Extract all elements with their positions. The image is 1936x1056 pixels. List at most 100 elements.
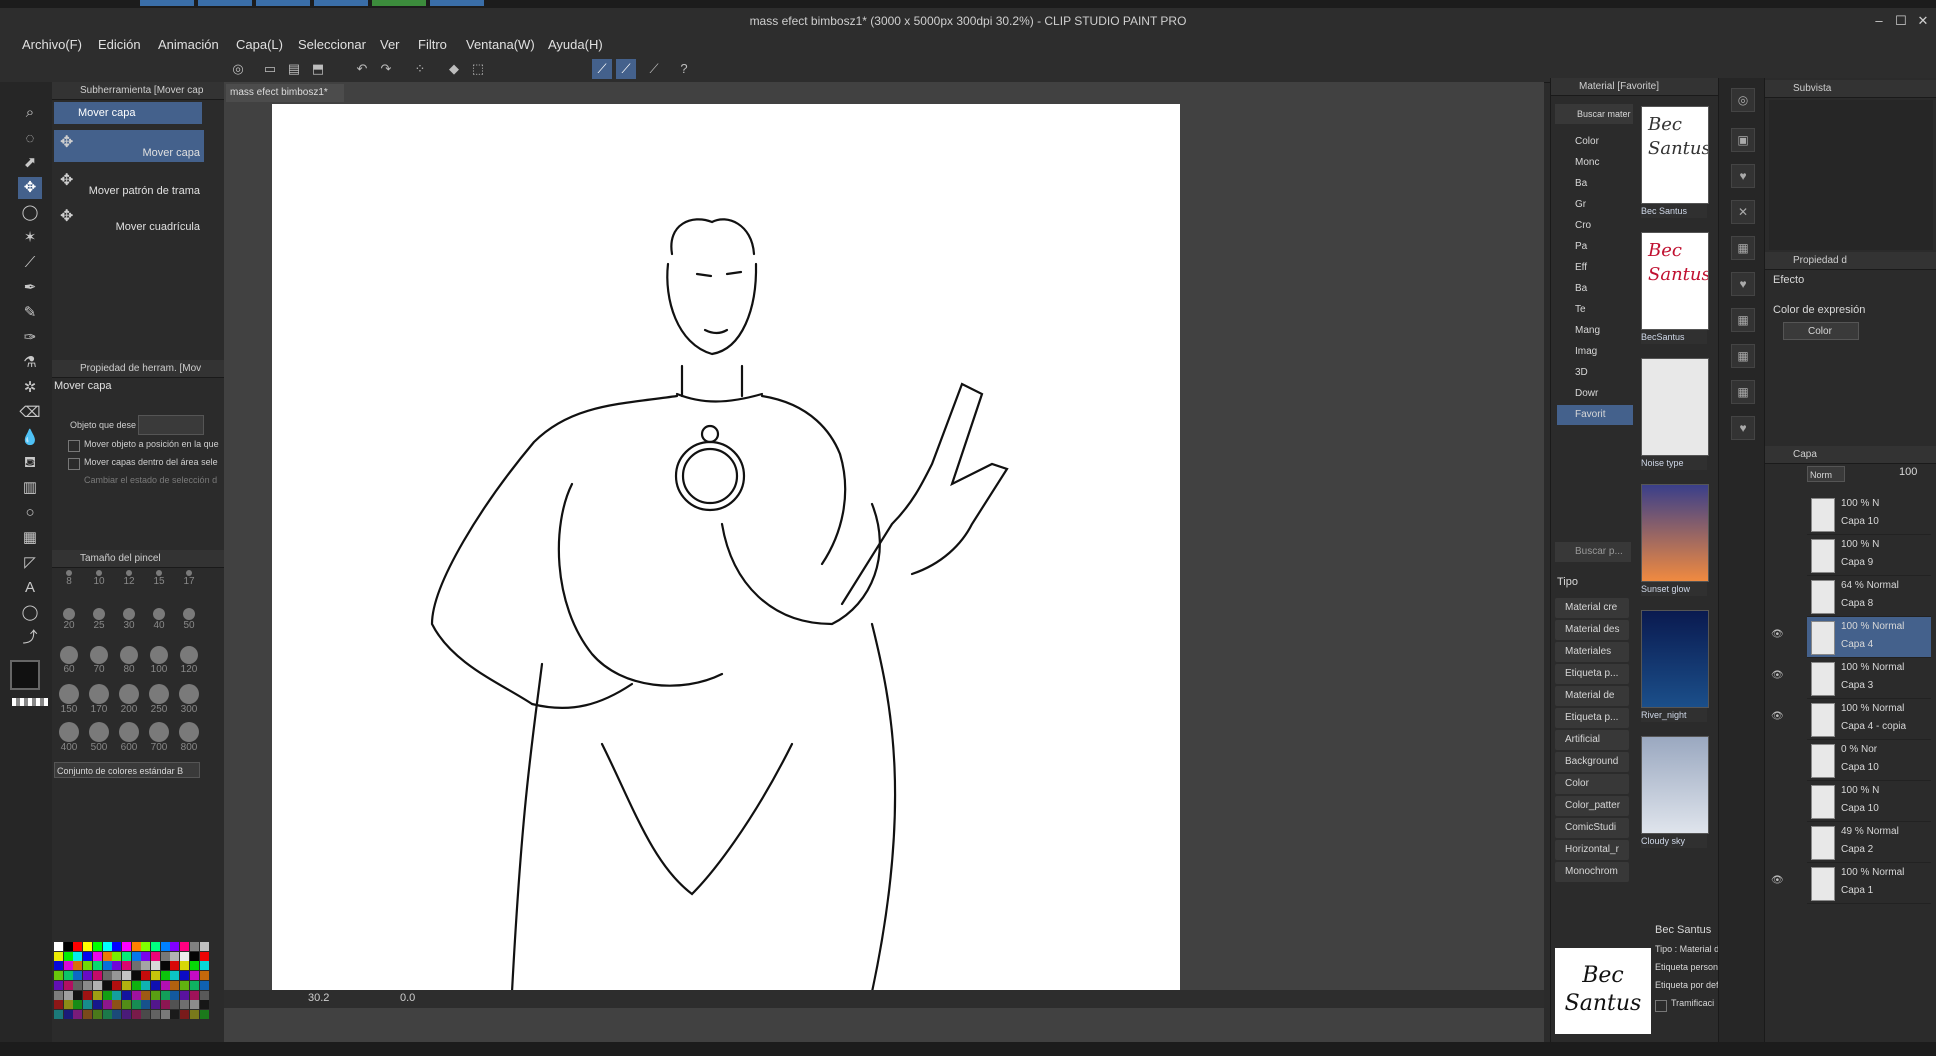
color-swatch[interactable]	[180, 971, 190, 981]
brush-size-option[interactable]: 300	[176, 684, 202, 716]
taskbar-item[interactable]	[198, 0, 252, 6]
color-swatch[interactable]	[141, 1000, 151, 1010]
menu-capa[interactable]: Capa(L)	[236, 37, 283, 52]
color-swatch[interactable]	[180, 980, 190, 990]
material-tree-item[interactable]: Ba	[1575, 279, 1587, 299]
color-swatch[interactable]	[63, 951, 73, 961]
brush-size-option[interactable]: 150	[56, 684, 82, 716]
material-thumbnail[interactable]: Bec Santus	[1641, 106, 1709, 204]
redo-icon[interactable]: ↷	[376, 59, 396, 79]
color-swatch[interactable]	[102, 971, 112, 981]
color-swatch[interactable]	[54, 980, 63, 990]
material-tag[interactable]: Color	[1555, 774, 1629, 794]
color-swatch[interactable]	[112, 971, 122, 981]
minimize-icon[interactable]: –	[1868, 12, 1890, 30]
frame-icon[interactable]: ▦	[18, 527, 42, 549]
color-swatch[interactable]	[63, 1000, 73, 1010]
color-swatch[interactable]	[92, 951, 102, 961]
subtool-mover-patron[interactable]: ✥ Mover patrón de trama	[54, 168, 204, 200]
color-swatch[interactable]	[92, 1009, 102, 1019]
color-swatch[interactable]	[54, 961, 63, 971]
gradient-icon[interactable]: ▥	[18, 477, 42, 499]
brush-size-option[interactable]: 25	[86, 608, 112, 640]
color-swatch[interactable]	[92, 990, 102, 1000]
favorite-icon[interactable]: ♥	[1731, 272, 1755, 296]
material-thumbnail[interactable]	[1641, 484, 1709, 582]
menu-ver[interactable]: Ver	[380, 37, 400, 52]
color-swatch[interactable]	[63, 1009, 73, 1019]
material-image-icon[interactable]: ▦	[1731, 344, 1755, 368]
airbrush-icon[interactable]: ⚗	[18, 352, 42, 374]
clip-studio-icon[interactable]: ◎	[228, 59, 248, 79]
zoom-value[interactable]: 30.2	[308, 992, 348, 1004]
brush-size-option[interactable]: 200	[116, 684, 142, 716]
color-swatch[interactable]	[151, 990, 160, 1000]
brush-size-option[interactable]: 8	[56, 570, 82, 602]
color-swatch[interactable]	[73, 942, 83, 951]
snap-grid-icon[interactable]: ⟋	[644, 59, 664, 79]
color-swatch[interactable]	[180, 990, 190, 1000]
material-tag[interactable]: Material de	[1555, 686, 1629, 706]
color-swatch[interactable]	[199, 961, 209, 971]
color-swatch[interactable]	[180, 961, 190, 971]
eyedropper-icon[interactable]: ⟋	[18, 252, 42, 274]
color-swatch[interactable]	[199, 942, 209, 951]
color-swatch[interactable]	[131, 1009, 141, 1019]
magic-wand-icon[interactable]: ✶	[18, 227, 42, 249]
expression-color-select[interactable]: Color	[1783, 322, 1859, 340]
color-swatch[interactable]	[199, 1009, 209, 1019]
color-swatch[interactable]	[92, 971, 102, 981]
color-swatch[interactable]	[112, 942, 122, 951]
color-swatch[interactable]	[199, 990, 209, 1000]
brush-size-option[interactable]: 20	[56, 608, 82, 640]
menu-seleccionar[interactable]: Seleccionar	[298, 37, 366, 52]
layer-row[interactable]: 100 % N Capa 9	[1807, 535, 1931, 576]
material-tree-item[interactable]: Eff	[1575, 258, 1587, 278]
lasso-icon[interactable]: ◯	[18, 202, 42, 224]
color-swatch[interactable]	[73, 951, 83, 961]
color-swatch[interactable]	[112, 951, 122, 961]
material-tag[interactable]: Artificial	[1555, 730, 1629, 750]
undo-icon[interactable]: ↶	[352, 59, 372, 79]
material-tag[interactable]: Etiqueta p...	[1555, 664, 1629, 684]
color-swatch[interactable]	[189, 980, 199, 990]
brush-size-option[interactable]: 70	[86, 646, 112, 678]
material-tag[interactable]: Material cre	[1555, 598, 1629, 618]
brush-size-option[interactable]: 500	[86, 722, 112, 754]
color-swatch[interactable]	[199, 1000, 209, 1010]
brush-size-option[interactable]: 40	[146, 608, 172, 640]
color-swatch[interactable]	[151, 980, 160, 990]
color-swatch[interactable]	[121, 951, 131, 961]
color-swatches[interactable]	[54, 942, 210, 1020]
menu-ventana[interactable]: Ventana(W)	[466, 37, 535, 52]
layer-row[interactable]: 100 % Normal Capa 4	[1807, 617, 1931, 658]
color-swatch[interactable]	[83, 980, 93, 990]
decoration-icon[interactable]: ✲	[18, 377, 42, 399]
blend-mode-select[interactable]: Norm	[1807, 466, 1845, 482]
color-swatch[interactable]	[83, 971, 93, 981]
color-swatch[interactable]	[73, 961, 83, 971]
color-swatch[interactable]	[131, 990, 141, 1000]
option-checkbox[interactable]	[68, 458, 80, 470]
taskbar-item[interactable]	[256, 0, 310, 6]
color-swatch[interactable]	[189, 971, 199, 981]
layer-row[interactable]: 100 % Normal Capa 3	[1807, 658, 1931, 699]
blend-icon[interactable]: 💧	[18, 427, 42, 449]
color-swatch[interactable]	[54, 990, 63, 1000]
favorite-icon[interactable]: ♥	[1731, 164, 1755, 188]
color-swatch[interactable]	[170, 1009, 180, 1019]
color-swatch[interactable]	[160, 951, 170, 961]
color-swatch[interactable]	[102, 1009, 112, 1019]
color-swatch[interactable]	[112, 980, 122, 990]
layer-row[interactable]: 100 % Normal Capa 1	[1807, 863, 1931, 904]
brush-size-option[interactable]: 170	[86, 684, 112, 716]
color-swatch[interactable]	[102, 961, 112, 971]
color-swatch[interactable]	[121, 1000, 131, 1010]
color-swatch[interactable]	[83, 1000, 93, 1010]
layer-row[interactable]: 64 % Normal Capa 8	[1807, 576, 1931, 617]
color-swatch[interactable]	[83, 961, 93, 971]
eye-icon[interactable]: 👁	[1771, 875, 1785, 889]
material-tree-item[interactable]: Favorit	[1557, 405, 1633, 425]
move-layer-icon[interactable]: ✥	[18, 177, 42, 199]
color-swatch[interactable]	[102, 1000, 112, 1010]
